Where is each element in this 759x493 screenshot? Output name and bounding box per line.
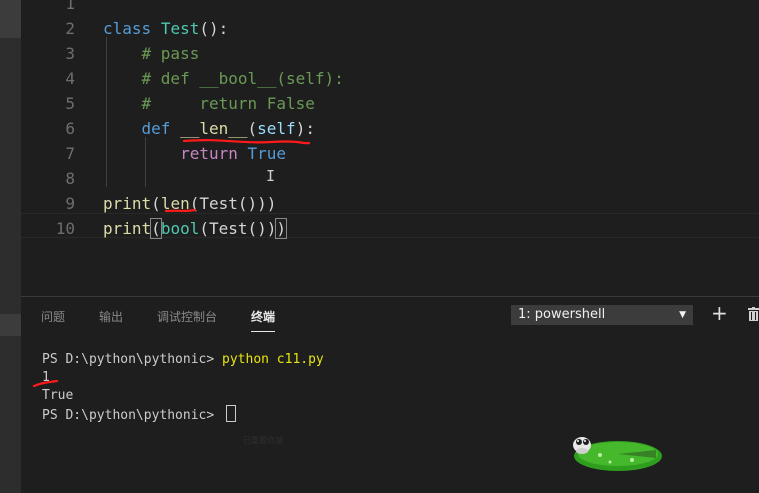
code-line: 1: [21, 0, 759, 16]
code-line: 10 print(bool(Test())): [21, 216, 759, 241]
punctuation: (Test())): [189, 194, 277, 213]
code-line: 6 def __len__(self):: [21, 116, 759, 141]
code-text: print(len(Test())): [103, 191, 276, 216]
code-text: return True: [103, 141, 286, 166]
matched-bracket: (: [150, 218, 162, 239]
code-line: 2 class Test():: [21, 16, 759, 41]
line-number: 10: [55, 219, 75, 238]
keyword-def: def: [141, 119, 171, 138]
terminal-prompt: PS D:\python\pythonic>: [42, 352, 223, 367]
class-name: Test: [160, 19, 200, 38]
faint-text: 已重置终端: [243, 436, 283, 445]
terminal-line[interactable]: PS D:\python\pythonic> python c11.py: [42, 351, 324, 369]
panel-tabs: 问题 输出 调试控制台 终端 1: powershell ▼ +: [21, 297, 759, 335]
line-number: 5: [65, 94, 75, 113]
code-line: 8: [21, 166, 759, 191]
tab-terminal[interactable]: 终端: [251, 308, 276, 332]
tab-output[interactable]: 输出: [99, 308, 123, 325]
line-number: 7: [65, 144, 75, 163]
keyword-return: return: [180, 144, 238, 163]
comment-text: # pass: [103, 44, 200, 63]
punctuation: ):: [295, 119, 315, 138]
terminal-select-value: 1: powershell: [518, 307, 606, 322]
code-line: 7 return True: [21, 141, 759, 166]
punctuation: (: [247, 119, 258, 138]
comment-text: # return False: [103, 94, 315, 113]
builtin-bool: bool: [160, 219, 200, 238]
code-editor[interactable]: 1 2 class Test(): 3 # pass 4 # def __boo…: [21, 0, 759, 296]
terminal-output: 1: [42, 370, 50, 385]
code-line: 5 # return False: [21, 91, 759, 116]
terminal-line[interactable]: PS D:\python\pythonic>: [42, 405, 237, 425]
punctuation: (Test()): [199, 219, 277, 238]
builtin-print: print: [103, 219, 152, 238]
terminal-select[interactable]: 1: powershell ▼: [511, 305, 693, 325]
tab-problems[interactable]: 问题: [41, 308, 65, 325]
terminal-output: True: [42, 388, 74, 403]
activity-item-active[interactable]: [0, 314, 21, 336]
punctuation: ():: [199, 19, 229, 38]
text-cursor-icon: I: [266, 167, 276, 185]
line-number: 4: [65, 69, 75, 88]
trash-icon[interactable]: [748, 307, 759, 321]
line-number: 2: [65, 19, 75, 38]
terminal-cursor: [226, 405, 237, 422]
builtin-len: len: [160, 194, 190, 213]
code-line: 4 # def __bool__(self):: [21, 66, 759, 91]
plus-icon[interactable]: +: [711, 303, 728, 323]
line-number: 6: [65, 119, 75, 138]
terminal-prompt: PS D:\python\pythonic>: [42, 408, 223, 423]
chevron-down-icon: ▼: [679, 310, 686, 320]
param-self: self: [257, 119, 296, 138]
code-text: class Test():: [103, 16, 228, 41]
terminal-command: python c11.py: [222, 352, 324, 367]
tab-debug-console[interactable]: 调试控制台: [157, 308, 217, 325]
code-text: def __len__(self):: [103, 116, 315, 141]
punctuation: (: [151, 194, 161, 213]
code-line: 9 print(len(Test())): [21, 191, 759, 216]
activity-bar: [0, 0, 21, 493]
keyword-class: class: [103, 19, 152, 38]
line-number: 8: [65, 169, 75, 188]
line-number: 9: [65, 194, 75, 213]
builtin-print: print: [103, 194, 152, 213]
comment-text: # def __bool__(self):: [103, 69, 344, 88]
function-name: __len__: [180, 119, 248, 138]
constant-true: True: [247, 144, 287, 163]
line-number: 3: [65, 44, 75, 63]
activity-item-top[interactable]: [0, 0, 21, 38]
matched-bracket: ): [275, 218, 288, 239]
code-line: 3 # pass: [21, 41, 759, 66]
frog-on-lily-pad-icon: [573, 437, 662, 471]
code-text: print(bool(Test())): [103, 216, 288, 241]
line-number: 1: [65, 0, 75, 13]
